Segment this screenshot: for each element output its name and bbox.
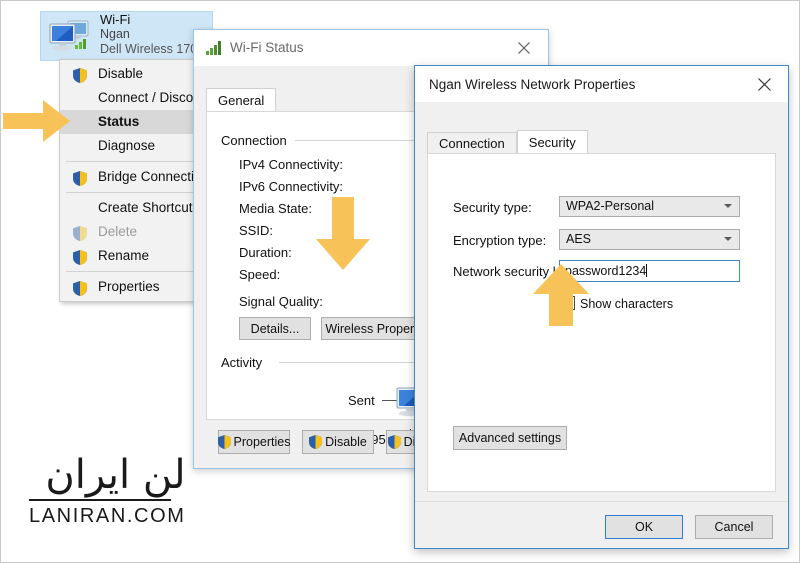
- wprops-body: Connection Security Security type: WPA2-P…: [415, 102, 788, 548]
- tab-connection[interactable]: Connection: [427, 132, 517, 154]
- tab-general[interactable]: General: [206, 88, 277, 112]
- field-label-ipv6: IPv6 Connectivity:: [239, 179, 344, 194]
- context-menu-item-connect-disconnect[interactable]: Connect / Disconnect: [60, 86, 226, 110]
- wireless-network-properties-dialog: Ngan Wireless Network Properties Connect…: [414, 65, 789, 549]
- arrow-pointing-status: [3, 99, 71, 148]
- activity-group-label: Activity: [221, 355, 269, 370]
- wifi-status-titlebar: Wi-Fi Status: [194, 30, 548, 66]
- arrow-pointing-wireless-properties: [315, 197, 371, 276]
- activity-sent-label: Sent: [348, 393, 375, 408]
- shield-icon: [73, 280, 87, 296]
- shield-icon: [309, 435, 323, 449]
- connection-name: Wi-Fi: [100, 12, 131, 27]
- shield-icon: [73, 170, 87, 186]
- context-menu-separator: [66, 192, 194, 193]
- field-label-signal: Signal Quality:: [239, 294, 323, 309]
- shield-icon: [387, 435, 401, 449]
- context-menu-item-label: Diagnose: [98, 138, 156, 153]
- context-menu-item-disable[interactable]: Disable: [60, 62, 200, 86]
- context-menu-item-label: Create Shortcut: [98, 200, 193, 215]
- cancel-button[interactable]: Cancel: [695, 515, 773, 539]
- shield-icon: [217, 435, 231, 449]
- close-icon[interactable]: [742, 69, 786, 99]
- close-icon[interactable]: [502, 33, 546, 63]
- context-menu-item-diagnose[interactable]: Diagnose: [60, 134, 200, 158]
- field-label-ipv4: IPv4 Connectivity:: [239, 157, 344, 172]
- context-menu-item-label: Rename: [98, 248, 150, 263]
- context-menu-item-properties[interactable]: Properties: [60, 275, 200, 299]
- context-menu-separator: [66, 271, 194, 272]
- disable-button[interactable]: Disable: [302, 430, 374, 454]
- shield-icon: [73, 67, 87, 83]
- network-adapter-icon: [48, 18, 92, 54]
- field-label-speed: Speed:: [239, 267, 281, 282]
- wprops-security-pane: Security type: WPA2-Personal Encryption …: [427, 153, 776, 492]
- wprops-tabstrip[interactable]: Connection Security: [427, 130, 588, 154]
- screenshot-frame: Wi-Fi Ngan Dell Wireless 1707 Disable Con…: [0, 0, 800, 563]
- wifi-status-title: Wi-Fi Status: [230, 40, 304, 55]
- context-menu-item-status[interactable]: Status: [60, 110, 200, 134]
- field-label-ssid: SSID:: [239, 223, 273, 238]
- context-menu-item-bridge-connections[interactable]: Bridge Connections: [60, 165, 216, 189]
- arrow-pointing-show-characters: [532, 263, 590, 332]
- context-menu-item-delete: Delete: [60, 220, 200, 244]
- context-menu-item-label: Status: [98, 114, 140, 129]
- tab-security[interactable]: Security: [516, 130, 588, 154]
- context-menu[interactable]: Disable Connect / Disconnect Status Diagnos…: [59, 59, 226, 302]
- watermark-latin: LANIRAN.COM: [29, 505, 186, 527]
- security-type-select[interactable]: WPA2-Personal: [559, 196, 740, 217]
- context-menu-item-label: Delete: [98, 224, 138, 239]
- watermark-logo: لن ایران LANIRAN.COM: [29, 452, 187, 528]
- advanced-settings-button[interactable]: Advanced settings: [453, 426, 567, 450]
- watermark-farsi: لن ایران: [45, 452, 186, 498]
- context-menu-item-label: Properties: [98, 279, 160, 294]
- chevron-down-icon: [724, 204, 732, 208]
- properties-button-label: Properties: [233, 435, 291, 449]
- encryption-type-label: Encryption type:: [453, 233, 547, 248]
- wifi-signal-icon: [206, 41, 222, 60]
- wprops-footer: OK Cancel: [415, 501, 788, 548]
- watermark-divider: [29, 499, 171, 501]
- field-label-media: Media State:: [239, 201, 312, 216]
- wifi-status-tabstrip[interactable]: General: [206, 88, 277, 112]
- security-type-label: Security type:: [453, 200, 532, 215]
- encryption-type-select[interactable]: AES: [559, 229, 740, 250]
- wprops-title: Ngan Wireless Network Properties: [429, 77, 636, 92]
- details-button[interactable]: Details...: [239, 317, 311, 340]
- encryption-type-value: AES: [566, 232, 592, 246]
- wprops-titlebar: Ngan Wireless Network Properties: [415, 66, 788, 102]
- chevron-down-icon: [724, 237, 732, 241]
- show-characters-label: Show characters: [580, 297, 674, 311]
- context-menu-item-label: Disable: [98, 66, 144, 81]
- shield-icon: [73, 249, 87, 265]
- connection-group-label: Connection: [221, 133, 293, 148]
- context-menu-item-create-shortcut[interactable]: Create Shortcut: [60, 196, 200, 220]
- shield-icon: [73, 225, 87, 241]
- field-label-duration: Duration:: [239, 245, 292, 260]
- context-menu-item-rename[interactable]: Rename: [60, 244, 200, 268]
- properties-button[interactable]: Properties: [217, 430, 291, 454]
- context-menu-separator: [66, 161, 194, 162]
- ok-button[interactable]: OK: [605, 515, 683, 539]
- text-caret: [646, 264, 648, 277]
- disable-button-label: Disable: [325, 435, 367, 449]
- security-type-value: WPA2-Personal: [566, 199, 654, 213]
